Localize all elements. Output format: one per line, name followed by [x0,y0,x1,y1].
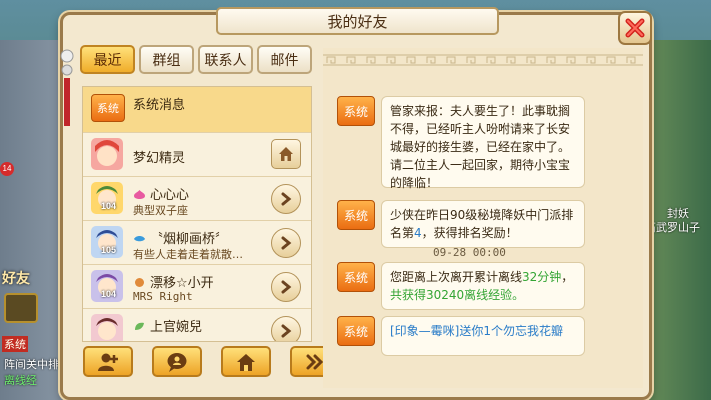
close-icon [625,18,645,38]
level-label: 104 [101,289,117,299]
contact-name: 心心心 [133,184,189,203]
contact-name: 漂移☆小开 [133,272,214,291]
tab-recent[interactable]: 最近 [80,45,135,74]
system-badge: 系统 [337,262,375,292]
chat-line: 阵间关中排 [4,358,59,371]
chat-channel-tag: 系统 [2,336,28,352]
tab-mail[interactable]: 邮件 [257,45,312,74]
message-bubble[interactable]: 管家来报：夫人要生了！此事耽搁不得，已经听主人吩咐请来了长安城最好的接生婆，已经… [381,96,585,190]
level-label: 104 [101,201,117,211]
message-timestamp: 09-28 00:00 [433,246,506,259]
list-item-system-messages[interactable]: 系统 系统消息 [83,87,311,133]
list-item-contact[interactable]: 梦幻精灵 [83,133,311,177]
arrow-right-icon [281,236,292,250]
arrow-right-icon [281,324,292,338]
list-item-contact[interactable]: 104 心心心 典型双子座 [83,177,311,221]
message-bubble[interactable]: 您距离上次离开累计离线32分钟，共获得30240离线经验。 [381,262,585,310]
chat-button[interactable] [152,346,202,377]
contact-pane: 最近 群组 联系人 邮件 系统 系统消息 梦幻精灵 104 心心心 典型双子座 … [80,45,315,342]
level-label: 105 [101,245,117,255]
sect-icon [134,236,145,242]
tassel-ornament [60,49,74,126]
avatar: 104 [91,182,123,214]
bottom-action-bar [83,346,340,377]
tab-groups[interactable]: 群组 [139,45,194,74]
contact-signature: MRS Right [133,290,193,303]
avatar [91,314,123,341]
system-badge: 系统 [337,200,375,230]
list-item-contact[interactable]: 104 漂移☆小开 MRS Right [83,265,311,309]
system-badge: 系统 [337,96,375,126]
avatar: 105 [91,226,123,258]
sect-icon [135,278,144,287]
list-item-contact[interactable]: 上官婉兒 [83,309,311,341]
close-button[interactable] [618,11,652,45]
contact-signature: 典型双子座 [133,204,188,217]
tab-bar: 最近 群组 联系人 邮件 [80,45,315,74]
contact-name: 上官婉兒 [133,316,202,335]
sect-icon [135,322,144,330]
system-badge: 系统 [337,316,375,346]
system-badge: 系统 [91,94,125,122]
tab-contacts[interactable]: 联系人 [198,45,253,74]
notification-count-badge[interactable]: 14 [0,162,14,176]
contact-list[interactable]: 系统 系统消息 梦幻精灵 104 心心心 典型双子座 105 〝烟柳画桥〞 有些… [82,86,312,342]
avatar [91,138,123,170]
open-chat-button[interactable] [271,184,301,214]
panel-title: 我的好友 [216,7,499,35]
sect-icon [134,190,145,199]
arrow-right-icon [281,280,292,294]
add-friend-icon [98,353,118,371]
list-item-contact[interactable]: 105 〝烟柳画桥〞 有些人走着走着就散… [83,221,311,265]
contact-signature: 有些人走着走着就散… [133,248,243,261]
friend-shortcut-label[interactable]: 好友 [2,268,30,288]
open-chat-button[interactable] [271,228,301,258]
npc-label: 石武罗山子 [645,221,700,234]
contact-name: 〝烟柳画桥〞 [133,228,228,247]
open-chat-button[interactable] [271,316,301,341]
message-pane[interactable]: 系统 管家来报：夫人要生了！此事耽搁不得，已经听主人吩咐请来了长安城最好的接生婆… [323,48,643,388]
arrow-right-icon [281,192,292,206]
contact-name: 系统消息 [133,98,186,113]
message-bubble[interactable]: 少侠在昨日90级秘境降妖中门派排名第4，获得排名奖励！ [381,200,585,248]
open-chat-button[interactable] [271,272,301,302]
decorative-pattern [323,54,643,66]
chat-shortcut-button[interactable] [4,293,38,323]
home-icon [237,353,255,371]
home-button[interactable] [221,346,271,377]
avatar: 104 [91,270,123,302]
contact-name: 梦幻精灵 [133,151,186,166]
home-icon [279,147,293,161]
chat-icon [167,352,187,372]
chat-line: 离线经 [4,374,37,387]
home-button[interactable] [271,139,301,169]
message-bubble[interactable]: [印象—霉咪]送你1个勿忘我花瓣 [381,316,585,356]
add-friend-button[interactable] [83,346,133,377]
